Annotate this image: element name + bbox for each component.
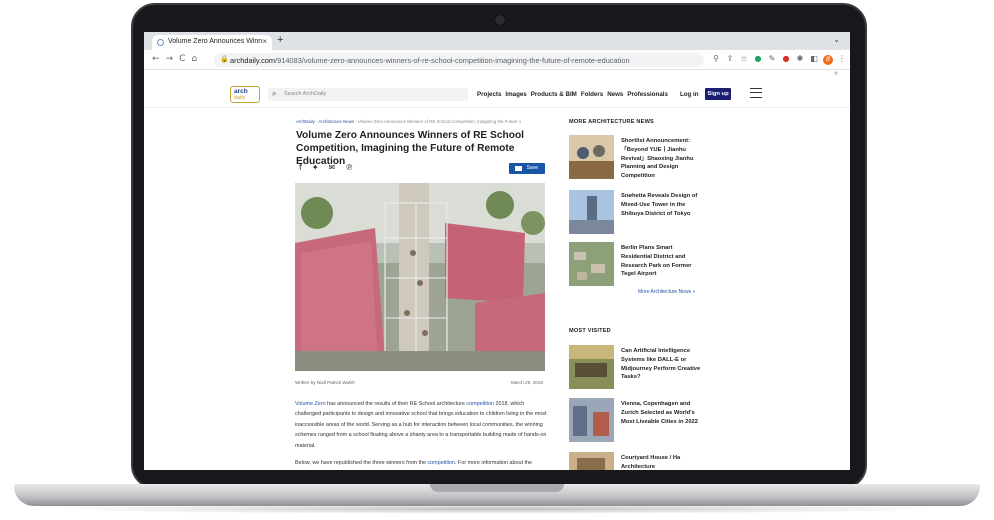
url-path: /914083/volume-zero-announces-winners-of… (275, 56, 630, 65)
nav-images[interactable]: Images (505, 91, 526, 98)
visited-thumbnail (569, 345, 614, 389)
save-label: Save (526, 165, 538, 171)
breadcrumb-architecture-news[interactable]: Architecture News (318, 119, 354, 124)
hero-image[interactable] (295, 183, 545, 371)
extensions-puzzle-icon[interactable]: ✱ (793, 54, 807, 63)
breadcrumb: ArchDaily › Architecture News › Volume Z… (296, 119, 522, 124)
laptop-notch (430, 484, 564, 492)
profile-avatar[interactable]: B (821, 54, 835, 65)
side-panel-icon[interactable]: ◧ (807, 54, 821, 63)
url-host: archdaily.com (230, 56, 276, 65)
bookmark-star-icon[interactable]: ☆ (737, 54, 751, 63)
twitter-icon[interactable]: ✦ (312, 163, 329, 172)
most-visited-item[interactable]: Vienna, Copenhagen and Zurich Selected a… (569, 398, 709, 444)
tab-close-icon[interactable]: × (262, 37, 267, 46)
visited-item-title: Can Artificial Intelligence Systems like… (621, 348, 701, 381)
login-link[interactable]: Log in (680, 91, 699, 98)
pinterest-icon[interactable]: ℗ (345, 163, 363, 172)
breadcrumb-archdaily[interactable]: ArchDaily (296, 119, 315, 124)
news-thumbnail (569, 190, 614, 234)
archdaily-logo[interactable]: arch daily (230, 86, 260, 103)
article-paragraph-2: Below, we have republished the three win… (295, 460, 547, 466)
back-icon[interactable]: ← (152, 54, 166, 64)
publish-date: March 29, 2019 (511, 380, 543, 385)
toolbar: ←→C⌂ 🔒 archdaily.com/914083/volume-zero-… (144, 50, 850, 70)
byline: Written by Niall Patrick Walsh (295, 380, 355, 385)
browser-tab[interactable]: Volume Zero Announces Winn × (152, 35, 272, 50)
grammarly-icon[interactable]: ● (751, 54, 765, 63)
address-bar[interactable]: 🔒 archdaily.com/914083/volume-zero-annou… (214, 53, 704, 67)
breadcrumb-current: Volume Zero Announces Winners of RE Scho… (358, 119, 522, 124)
visited-thumbnail (569, 398, 614, 442)
news-thumbnail (569, 135, 614, 179)
article-paragraph-1: Volume Zero has announced the results of… (295, 399, 547, 451)
nav-folders[interactable]: Folders (581, 91, 603, 98)
hero-rendering (295, 183, 545, 371)
more-news-link[interactable]: More Architecture News » (638, 289, 695, 295)
forward-icon[interactable]: → (166, 54, 180, 64)
search-icon: ⌕ (272, 89, 277, 98)
most-visited-item[interactable]: Courtyard House / Ha Architecture (569, 452, 709, 470)
favicon-icon (157, 39, 164, 46)
zoom-icon[interactable]: ⚲ (709, 54, 723, 63)
save-button[interactable]: Save (509, 163, 545, 174)
competition-link[interactable]: competition (466, 401, 494, 407)
tab-title: Volume Zero Announces Winn (168, 38, 263, 45)
pen-icon[interactable]: ✎ (765, 54, 779, 63)
reload-icon[interactable]: C (179, 54, 191, 64)
share-bar: f✦✉℗ (299, 163, 363, 172)
news-thumbnail (569, 242, 614, 286)
news-item[interactable]: Snøhetta Reveals Design of Mixed-Use Tow… (569, 190, 709, 236)
facebook-icon[interactable]: f (299, 163, 312, 172)
visited-item-title: Courtyard House / Ha Architecture (621, 455, 681, 470)
email-icon[interactable]: ✉ (329, 163, 346, 172)
nav-professionals[interactable]: Professionals (627, 91, 668, 98)
news-item[interactable]: Shortlist Announcement: 「Beyond YUE丨Jian… (569, 135, 709, 181)
bookmarks-overflow-icon[interactable]: » (834, 70, 838, 77)
signup-button[interactable]: Sign up (705, 88, 731, 100)
share-page-icon[interactable]: ⇪ (723, 54, 737, 63)
logo-bottom: daily (234, 95, 246, 101)
lock-icon[interactable]: 🔒 (220, 55, 229, 63)
hamburger-menu-icon[interactable] (750, 88, 762, 98)
news-item[interactable]: Berlin Plans Smart Residential District … (569, 242, 709, 288)
menu-dots-icon[interactable]: ⋮ (835, 54, 849, 63)
most-visited-heading: MOST VISITED (569, 328, 611, 334)
p1-text-1: has announced the results of their RE Sc… (325, 401, 467, 407)
home-icon[interactable]: ⌂ (191, 54, 203, 64)
nav-products-bim[interactable]: Products & BIM (531, 91, 577, 98)
laptop-mockup: ‹ › Volume Zero Announces Winn × + ⌄ ←→C… (0, 0, 994, 520)
new-tab-button[interactable]: + (277, 34, 283, 46)
competition-link-2[interactable]: competition (427, 460, 455, 466)
site-nav: Projects Images Products & BIM Folders News P… (477, 91, 672, 98)
bookmarks-strip: » (144, 70, 850, 80)
nav-projects[interactable]: Projects (477, 91, 501, 98)
most-visited-item[interactable]: Can Artificial Intelligence Systems like… (569, 345, 709, 391)
visited-thumbnail (569, 452, 614, 470)
site-header: arch daily ⌕ Search ArchDaily Projects Im… (144, 80, 850, 108)
extension-badge-icon[interactable]: ● (779, 54, 793, 63)
webcam (494, 14, 506, 26)
volume-zero-link[interactable]: Volume Zero (295, 401, 326, 407)
news-item-title: Shortlist Announcement: 「Beyond YUE丨Jian… (621, 138, 694, 180)
profile-initial: B (823, 55, 833, 65)
p2-tail: . For more information about the (455, 460, 533, 466)
browser-screen: Volume Zero Announces Winn × + ⌄ ←→C⌂ 🔒 … (144, 32, 850, 470)
search-placeholder: Search ArchDaily (284, 91, 327, 97)
news-item-title: Berlin Plans Smart Residential District … (621, 245, 692, 278)
search-input[interactable]: ⌕ Search ArchDaily (268, 88, 468, 101)
visited-item-title: Vienna, Copenhagen and Zurich Selected a… (621, 401, 698, 425)
tab-search-icon[interactable]: ⌄ (833, 35, 840, 44)
news-item-title: Snøhetta Reveals Design of Mixed-Use Tow… (621, 193, 698, 217)
extension-tray: ⚲ ⇪ ☆ ● ✎ ● ✱ ◧ B ⋮ (709, 54, 849, 65)
more-news-heading: MORE ARCHITECTURE NEWS (569, 119, 654, 125)
p2-text: Below, we have republished the three win… (295, 460, 428, 466)
nav-controls: ←→C⌂ (152, 54, 203, 64)
logo-top: arch (234, 88, 248, 95)
tab-strip: Volume Zero Announces Winn × + ⌄ (144, 32, 850, 50)
nav-news[interactable]: News (607, 91, 623, 98)
p1-text-2: 2018, which challenged participants to d… (295, 401, 547, 449)
